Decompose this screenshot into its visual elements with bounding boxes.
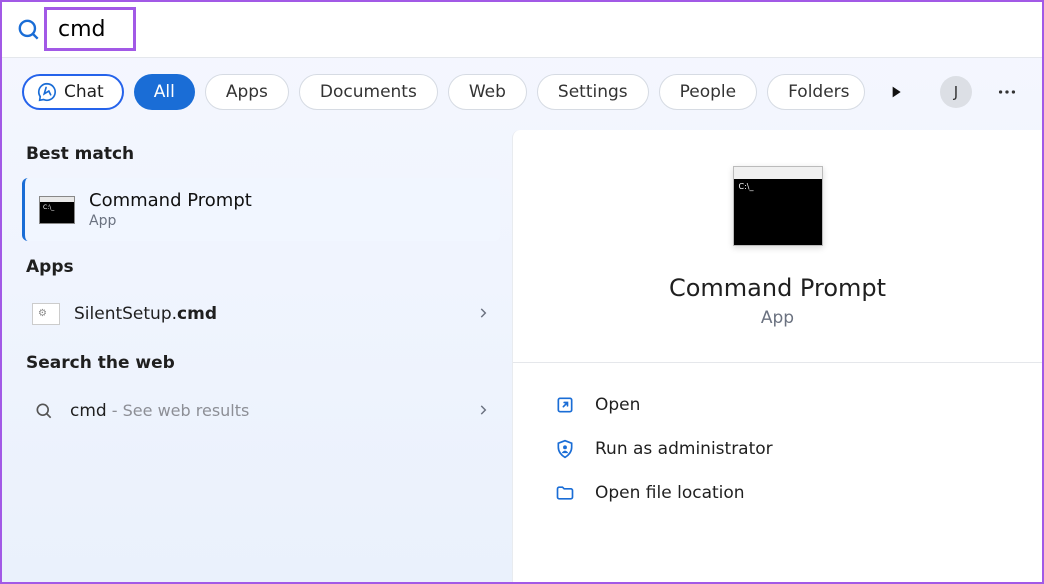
action-admin-label: Run as administrator — [595, 439, 773, 459]
detail-icon-wrap — [553, 166, 1002, 246]
shield-admin-icon — [553, 437, 577, 461]
cmd-file-icon — [32, 303, 60, 325]
tab-apps-label: Apps — [226, 82, 268, 102]
more-menu-button[interactable] — [992, 77, 1022, 107]
tab-documents-label: Documents — [320, 82, 417, 102]
filter-tabs: Chat All Apps Documents Web Settings Peo… — [2, 58, 1042, 128]
app-result-silentsetup[interactable]: SilentSetup.cmd — [22, 291, 500, 337]
best-match-header: Best match — [26, 144, 500, 164]
tab-chat[interactable]: Chat — [22, 74, 124, 110]
tab-people[interactable]: People — [659, 74, 757, 110]
chevron-right-icon — [476, 402, 490, 421]
avatar-initial: J — [954, 83, 958, 101]
app-result-prefix: SilentSetup. — [74, 304, 177, 324]
search-input[interactable] — [50, 13, 1028, 46]
tab-apps[interactable]: Apps — [205, 74, 289, 110]
detail-title: Command Prompt — [553, 274, 1002, 302]
search-web-header: Search the web — [26, 353, 500, 373]
tab-all[interactable]: All — [134, 74, 195, 110]
web-result-label: cmd - See web results — [70, 401, 249, 421]
divider — [513, 362, 1042, 363]
tab-documents[interactable]: Documents — [299, 74, 438, 110]
app-result-label: SilentSetup.cmd — [74, 304, 217, 324]
action-run-admin[interactable]: Run as administrator — [553, 427, 1002, 471]
action-open-label: Open — [595, 395, 640, 415]
web-result-term: cmd — [70, 401, 107, 421]
play-arrow-icon — [888, 84, 904, 100]
best-match-result[interactable]: Command Prompt App — [22, 178, 500, 241]
user-avatar[interactable]: J — [940, 76, 972, 108]
action-open-location[interactable]: Open file location — [553, 471, 1002, 515]
header-right-controls: J — [940, 76, 1022, 108]
app-result-bold: cmd — [177, 304, 217, 324]
bing-chat-icon — [36, 81, 58, 103]
tab-web[interactable]: Web — [448, 74, 527, 110]
detail-subtitle: App — [553, 308, 1002, 328]
apps-header: Apps — [26, 257, 500, 277]
content-area: Best match Command Prompt App Apps Silen… — [2, 128, 1042, 582]
web-result-hint: - See web results — [107, 401, 250, 420]
tab-all-label: All — [154, 82, 175, 102]
tab-settings-label: Settings — [558, 82, 628, 102]
action-open[interactable]: Open — [553, 383, 1002, 427]
search-bar — [2, 2, 1042, 58]
best-match-title: Command Prompt — [89, 190, 252, 211]
folder-icon — [553, 481, 577, 505]
search-icon — [32, 399, 56, 423]
detail-pane: Command Prompt App Open Run as administr… — [512, 130, 1042, 582]
tab-settings[interactable]: Settings — [537, 74, 649, 110]
open-external-icon — [553, 393, 577, 417]
scroll-right-button[interactable] — [883, 79, 909, 105]
tab-chat-label: Chat — [64, 82, 104, 102]
more-horizontal-icon — [996, 81, 1018, 103]
tab-folders-label: Folders — [788, 82, 849, 102]
chevron-right-icon — [476, 305, 490, 324]
command-prompt-large-icon — [733, 166, 823, 246]
search-icon — [16, 17, 42, 43]
search-input-wrap — [50, 13, 1028, 46]
web-result-cmd[interactable]: cmd - See web results — [22, 387, 500, 435]
results-pane: Best match Command Prompt App Apps Silen… — [2, 128, 512, 582]
command-prompt-icon — [39, 196, 75, 224]
action-location-label: Open file location — [595, 483, 745, 503]
tab-people-label: People — [680, 82, 736, 102]
tab-web-label: Web — [469, 82, 506, 102]
best-match-text: Command Prompt App — [89, 190, 252, 229]
best-match-subtitle: App — [89, 213, 252, 229]
tab-folders[interactable]: Folders — [767, 74, 864, 110]
